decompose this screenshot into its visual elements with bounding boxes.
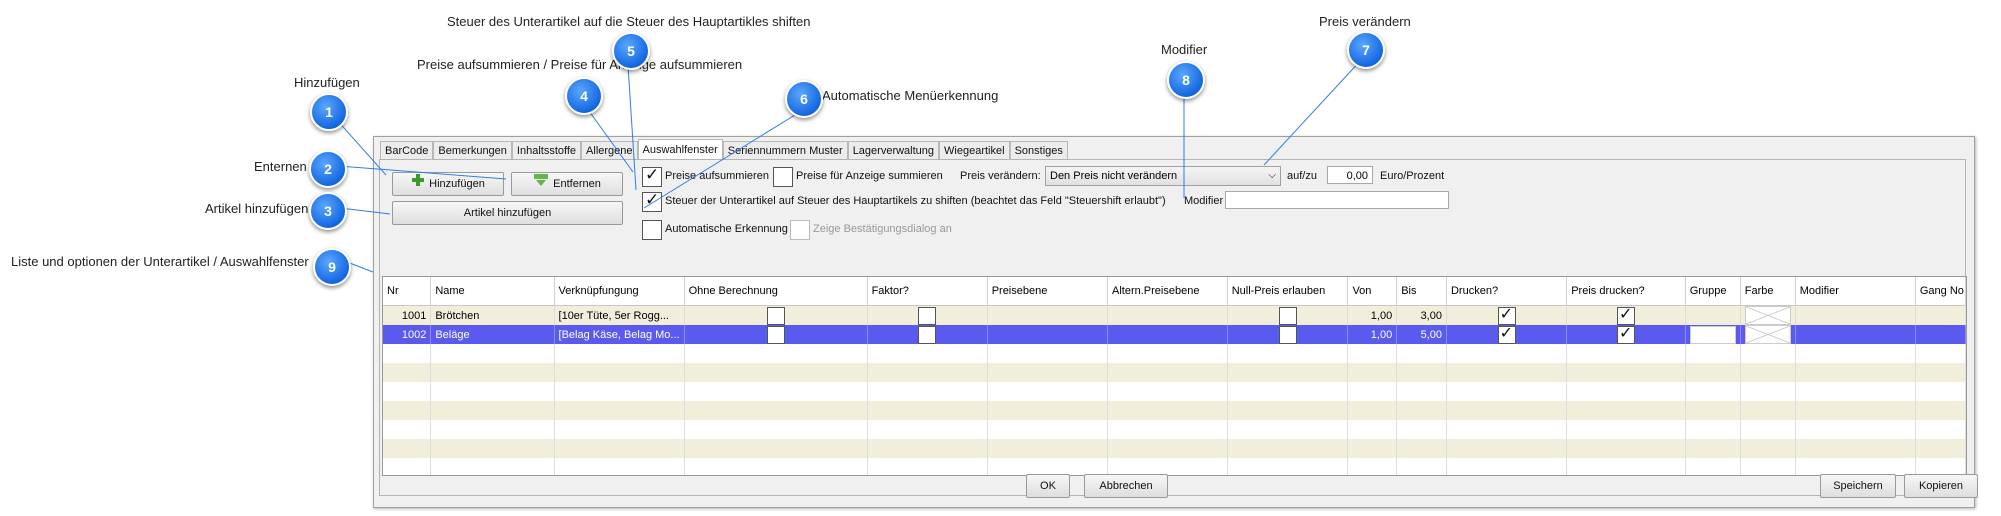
callout-badge-9: 9 <box>313 248 351 286</box>
callout-badge-6: 6 <box>785 80 823 118</box>
callout-badge-4: 4 <box>565 77 603 115</box>
callout-badge-5: 5 <box>612 32 650 70</box>
callout-badge-3: 3 <box>309 192 347 230</box>
callout-badge-7: 7 <box>1347 31 1385 69</box>
callout-badge-8: 8 <box>1167 61 1205 99</box>
callout-badge-1: 1 <box>310 93 348 131</box>
callout-badge-2: 2 <box>309 150 347 188</box>
callout-connectors <box>327 58 1363 273</box>
